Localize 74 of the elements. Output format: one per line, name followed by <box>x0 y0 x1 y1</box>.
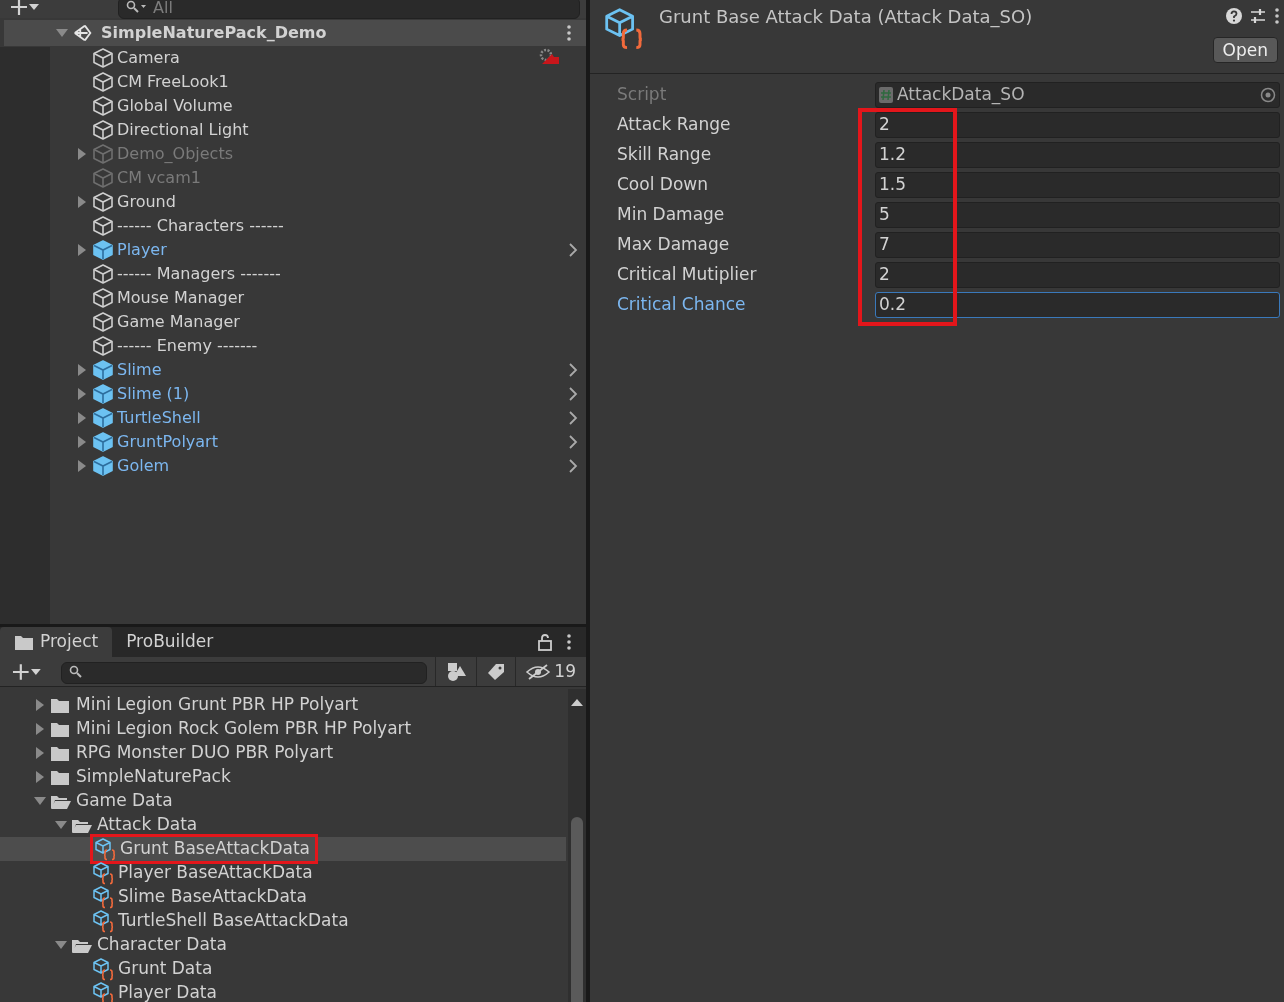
folder-name[interactable]: SimpleNaturePack <box>76 764 231 790</box>
object-name[interactable]: CM FreeLook1 <box>117 70 229 94</box>
folder-name[interactable]: RPG Monster DUO PBR Polyart <box>76 740 334 766</box>
field-label: Max Damage <box>617 233 731 257</box>
folder-name[interactable]: Character Data <box>97 932 227 958</box>
folder-icon <box>14 633 34 651</box>
asset-name[interactable]: TurtleShell BaseAttackData <box>118 908 349 934</box>
number-field[interactable]: 0.2 <box>875 292 1280 318</box>
asset-name[interactable]: Slime BaseAttackData <box>118 884 307 910</box>
menu-icon[interactable] <box>566 24 572 42</box>
dropdown-caret-icon[interactable] <box>29 666 42 677</box>
number-field[interactable]: 2 <box>875 262 1280 288</box>
object-name[interactable]: GruntPolyart <box>117 430 218 454</box>
help-icon[interactable] <box>1226 8 1242 24</box>
object-name[interactable]: Slime <box>117 358 162 382</box>
tag-icon <box>487 662 506 681</box>
search-field[interactable]: All <box>118 0 580 19</box>
shapes-icon <box>446 661 467 682</box>
eye-slash-icon <box>526 663 551 680</box>
scene-name: SimpleNaturePack_Demo <box>101 22 327 44</box>
scrollbar-thumb[interactable] <box>571 817 583 1002</box>
object-name[interactable]: Global Volume <box>117 94 233 118</box>
object-name[interactable]: ------ Enemy ------- <box>117 334 258 358</box>
object-name[interactable]: Game Manager <box>117 310 240 334</box>
asset-name[interactable]: Player Data <box>118 980 217 1002</box>
object-name[interactable]: Directional Light <box>117 118 249 142</box>
hidden-packages-button[interactable]: 19 <box>515 657 586 686</box>
scene-icon <box>72 22 94 44</box>
field-label: Min Damage <box>617 203 726 227</box>
object-name[interactable]: Ground <box>117 190 176 214</box>
field-label: Script <box>617 83 668 107</box>
object-name[interactable]: TurtleShell <box>117 406 201 430</box>
menu-icon[interactable] <box>1274 7 1280 25</box>
folder-name[interactable]: Mini Legion Rock Golem PBR HP Polyart <box>76 716 412 742</box>
object-name[interactable]: Mouse Manager <box>117 286 245 310</box>
object-name[interactable]: Slime (1) <box>117 382 190 406</box>
field-label: Critical Mutiplier <box>617 263 758 287</box>
open-button[interactable]: Open <box>1212 37 1278 63</box>
chevron-right-icon[interactable] <box>568 242 578 258</box>
chevron-right-icon[interactable] <box>568 458 578 474</box>
panel-tab[interactable]: Project <box>0 627 113 657</box>
number-field[interactable]: 7 <box>875 232 1280 258</box>
search-icon <box>69 664 84 679</box>
object-name[interactable]: ------ Managers ------- <box>117 262 281 286</box>
lock-icon[interactable] <box>538 633 552 651</box>
dropdown-caret-icon[interactable] <box>28 2 40 12</box>
inspector-title: Grunt Base Attack Data (Attack Data_SO) <box>659 5 1033 30</box>
number-field[interactable]: 5 <box>875 202 1280 228</box>
field-label: Skill Range <box>617 143 713 167</box>
asset-name[interactable]: Player BaseAttackData <box>118 860 313 886</box>
chevron-right-icon[interactable] <box>568 410 578 426</box>
panel-tab[interactable]: ProBuilder <box>112 627 228 657</box>
field-label: Attack Range <box>617 113 732 137</box>
search-field[interactable] <box>61 661 428 684</box>
folder-name[interactable]: Attack Data <box>97 812 198 838</box>
sliders-icon[interactable] <box>1250 8 1266 24</box>
number-field[interactable]: 1.2 <box>875 142 1280 168</box>
chevron-right-icon[interactable] <box>568 386 578 402</box>
asset-name[interactable]: Grunt Data <box>118 956 213 982</box>
chevron-right-icon[interactable] <box>568 434 578 450</box>
field-label: Cool Down <box>617 173 709 197</box>
folder-name[interactable]: Game Data <box>76 788 173 814</box>
number-field[interactable]: 1.5 <box>875 172 1280 198</box>
menu-icon[interactable] <box>566 633 572 651</box>
add-icon[interactable] <box>12 662 30 681</box>
object-name[interactable]: Golem <box>117 454 170 478</box>
object-name[interactable]: Camera <box>117 46 180 70</box>
number-field[interactable]: 2 <box>875 112 1280 138</box>
chevron-right-icon[interactable] <box>568 362 578 378</box>
object-name[interactable]: Player <box>117 238 167 262</box>
object-name[interactable]: ------ Characters ------ <box>117 214 284 238</box>
folder-name[interactable]: Mini Legion Grunt PBR HP Polyart <box>76 692 359 718</box>
field-label: Critical Chance <box>617 293 747 317</box>
add-icon[interactable] <box>10 0 28 16</box>
